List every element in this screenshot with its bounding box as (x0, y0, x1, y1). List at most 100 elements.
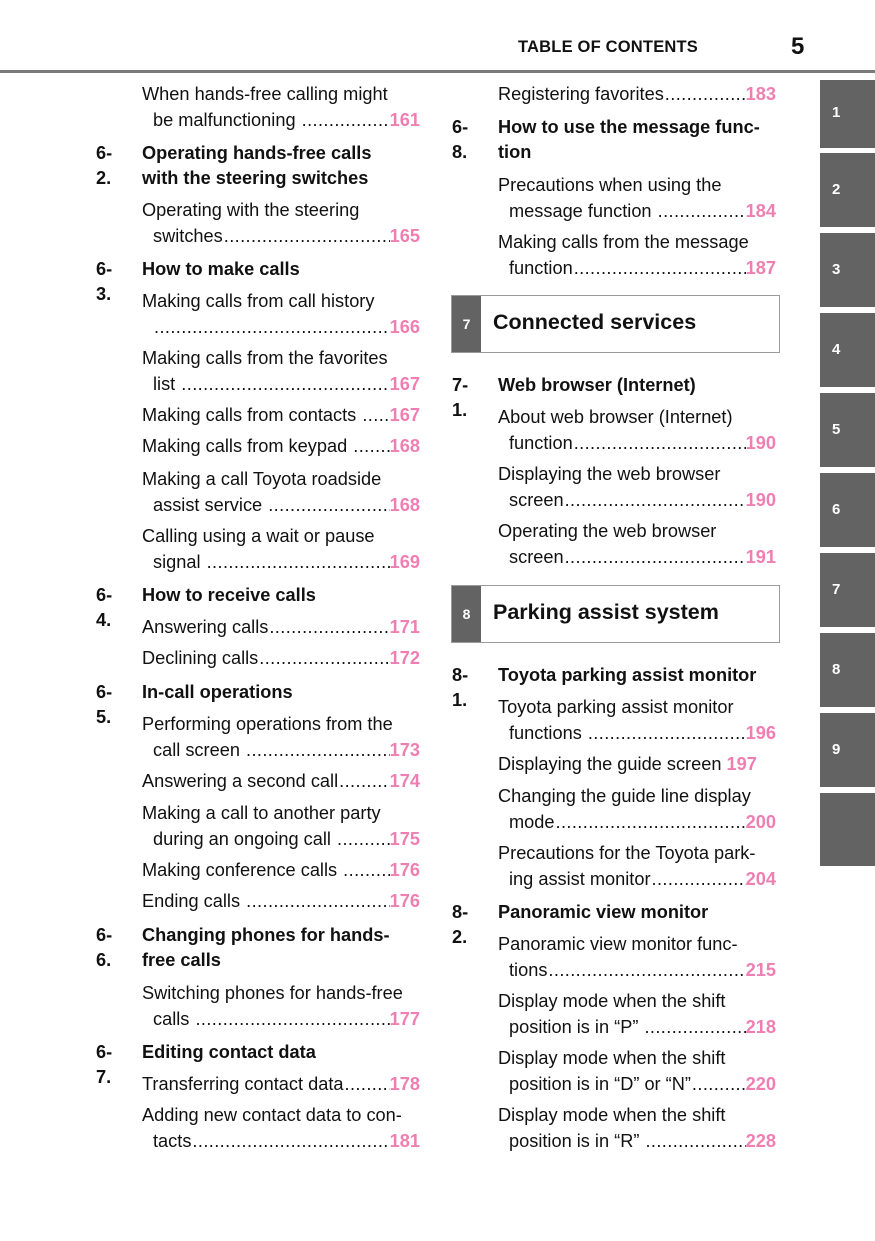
page-link[interactable]: 200 (746, 810, 776, 836)
page-link[interactable]: 183 (746, 82, 776, 108)
page-link[interactable]: 196 (746, 721, 776, 747)
page-link[interactable]: 220 (746, 1072, 776, 1098)
page-link[interactable]: 184 (746, 199, 776, 225)
page-link[interactable]: 197 (727, 752, 757, 778)
dot-leader (258, 646, 389, 672)
toc-entry[interactable]: Making calls from contacts 167 (142, 403, 420, 429)
toc-entry[interactable]: Displaying the guide screen 197 (498, 752, 776, 778)
page-link[interactable]: 228 (746, 1129, 776, 1155)
page-link[interactable]: 218 (746, 1015, 776, 1041)
dot-leader (245, 889, 390, 915)
toc-entry[interactable]: Declining calls172 (142, 646, 420, 672)
toc-entry[interactable]: Making calls from the message function18… (498, 230, 776, 281)
dot-leader (336, 827, 390, 853)
toc-entry[interactable]: Display mode when the shift position is … (498, 1046, 776, 1097)
page-link[interactable]: 172 (390, 646, 420, 672)
toc-entry[interactable]: Registering favorites183 (498, 82, 776, 108)
toc-entry[interactable]: Transferring contact data178 (142, 1072, 420, 1098)
dot-leader (268, 615, 389, 641)
dot-leader (153, 315, 390, 341)
chapter-tab-4[interactable]: 4 (820, 313, 875, 387)
toc-entry[interactable]: Answering calls171 (142, 615, 420, 641)
toc-entry[interactable]: Display mode when the shift position is … (498, 1103, 776, 1154)
page-link[interactable]: 169 (390, 550, 420, 576)
toc-entry[interactable]: When hands-free calling might be malfunc… (142, 82, 420, 133)
chapter-title: Parking assist system (493, 600, 719, 624)
toc-entry[interactable]: Making calls from keypad 168 (142, 434, 420, 460)
dot-leader (342, 858, 389, 884)
page-link[interactable]: 204 (746, 867, 776, 893)
page-link[interactable]: 174 (390, 769, 420, 795)
dot-leader (643, 1015, 745, 1041)
dot-leader (194, 1007, 389, 1033)
page-link[interactable]: 178 (390, 1072, 420, 1098)
chapter-tab-9[interactable]: 9 (820, 713, 875, 787)
page-link[interactable]: 168 (390, 493, 420, 519)
dot-leader (245, 738, 390, 764)
toc-entry[interactable]: Display mode when the shift position is … (498, 989, 776, 1040)
chapter-tab-1[interactable]: 1 (820, 80, 875, 148)
page-link[interactable]: 167 (390, 372, 420, 398)
toc-entry[interactable]: Calling using a wait or pause signal 169 (142, 524, 420, 575)
toc-entry[interactable]: Panoramic view monitor func- tions215 (498, 932, 776, 983)
toc-entry[interactable]: Precautions when using the message funct… (498, 173, 776, 224)
chapter-tab-7[interactable]: 7 (820, 553, 875, 627)
chapter-8-header[interactable]: 8 Parking assist system (451, 585, 780, 643)
page-link[interactable]: 167 (390, 403, 420, 429)
dot-leader (267, 493, 389, 519)
chapter-tab-5[interactable]: 5 (820, 393, 875, 467)
chapter-tab-index[interactable] (820, 793, 875, 866)
chapter-tab-6[interactable]: 6 (820, 473, 875, 547)
toc-entry[interactable]: Changing the guide line display mode200 (498, 784, 776, 835)
page-link[interactable]: 165 (390, 224, 420, 250)
page-link[interactable]: 215 (746, 958, 776, 984)
chapter-tab-8[interactable]: 8 (820, 633, 875, 707)
toc-entry[interactable]: Making a call Toyota roadside assist ser… (142, 467, 420, 518)
toc-entry[interactable]: Making calls from the favorites list 167 (142, 346, 420, 397)
toc-entry[interactable]: Ending calls 176 (142, 889, 420, 915)
dot-leader (223, 224, 390, 250)
dot-leader (564, 488, 746, 514)
dot-leader (547, 958, 745, 984)
dot-leader (651, 867, 746, 893)
toc-entry[interactable]: About web browser (Internet) function190 (498, 405, 776, 456)
page-link[interactable]: 190 (746, 488, 776, 514)
toc-entry[interactable]: Making conference calls 176 (142, 858, 420, 884)
page-link[interactable]: 168 (390, 434, 420, 460)
chapter-tab-2[interactable]: 2 (820, 153, 875, 227)
toc-entry[interactable]: Toyota parking assist monitor functions … (498, 695, 776, 746)
page-link[interactable]: 181 (390, 1129, 420, 1155)
chapter-tab-3[interactable]: 3 (820, 233, 875, 307)
toc-entry[interactable]: Switching phones for hands-free calls 17… (142, 981, 420, 1032)
chapter-title: Connected services (493, 310, 697, 334)
header-divider (0, 70, 875, 73)
page-link[interactable]: 171 (390, 615, 420, 641)
chapter-7-header[interactable]: 7 Connected services (451, 295, 780, 353)
toc-entry[interactable]: Performing operations from the call scre… (142, 712, 420, 763)
page-link[interactable]: 166 (390, 315, 420, 341)
dot-leader (338, 769, 390, 795)
toc-entry[interactable]: Precautions for the Toyota park- ing ass… (498, 841, 776, 892)
toc-entry[interactable]: Operating the web browser screen191 (498, 519, 776, 570)
toc-entry[interactable]: Making a call to another party during an… (142, 801, 420, 852)
dot-leader (573, 256, 746, 282)
chapter-number: 8 (452, 586, 481, 642)
page-link[interactable]: 176 (390, 889, 420, 915)
header-title: TABLE OF CONTENTS (518, 38, 699, 56)
page-link[interactable]: 190 (746, 431, 776, 457)
dot-leader (564, 545, 746, 571)
page-link[interactable]: 175 (390, 827, 420, 853)
dot-leader (573, 431, 746, 457)
page-link[interactable]: 187 (746, 256, 776, 282)
page-link[interactable]: 161 (390, 108, 420, 134)
page-link[interactable]: 177 (390, 1007, 420, 1033)
toc-entry[interactable]: Displaying the web browser screen190 (498, 462, 776, 513)
toc-entry[interactable]: Operating with the steering switches165 (142, 198, 420, 249)
toc-entry[interactable]: Adding new contact data to con- tacts181 (142, 1103, 420, 1154)
page-link[interactable]: 176 (390, 858, 420, 884)
toc-entry[interactable]: Making calls from call history 166 (142, 289, 420, 340)
page-link[interactable]: 191 (746, 545, 776, 571)
page-link[interactable]: 173 (390, 738, 420, 764)
toc-entry[interactable]: Answering a second call174 (142, 769, 420, 795)
dot-leader (180, 372, 389, 398)
